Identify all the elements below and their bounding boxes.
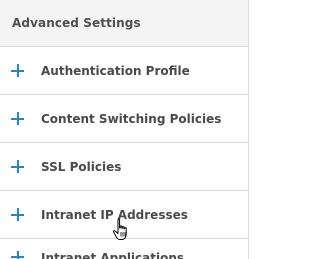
section-label: SSL Policies xyxy=(41,159,122,174)
section-intranet-applications[interactable]: Intranet Applications xyxy=(0,239,248,259)
plus-icon[interactable] xyxy=(7,61,27,81)
section-content-switching-policies[interactable]: Content Switching Policies xyxy=(0,95,248,143)
panel-title: Advanced Settings xyxy=(12,16,141,30)
plus-icon[interactable] xyxy=(7,157,27,177)
advanced-settings-panel: Advanced Settings Authentication Profile… xyxy=(0,0,249,259)
hand-pointer-cursor-icon xyxy=(112,218,127,240)
section-label: Intranet Applications xyxy=(41,251,185,259)
plus-icon[interactable] xyxy=(7,247,27,259)
section-label: Content Switching Policies xyxy=(41,111,222,126)
plus-icon[interactable] xyxy=(7,205,27,225)
section-authentication-profile[interactable]: Authentication Profile xyxy=(0,47,248,95)
panel-header: Advanced Settings xyxy=(0,0,248,47)
plus-icon[interactable] xyxy=(7,109,27,129)
section-label: Authentication Profile xyxy=(41,63,190,78)
section-ssl-policies[interactable]: SSL Policies xyxy=(0,143,248,191)
